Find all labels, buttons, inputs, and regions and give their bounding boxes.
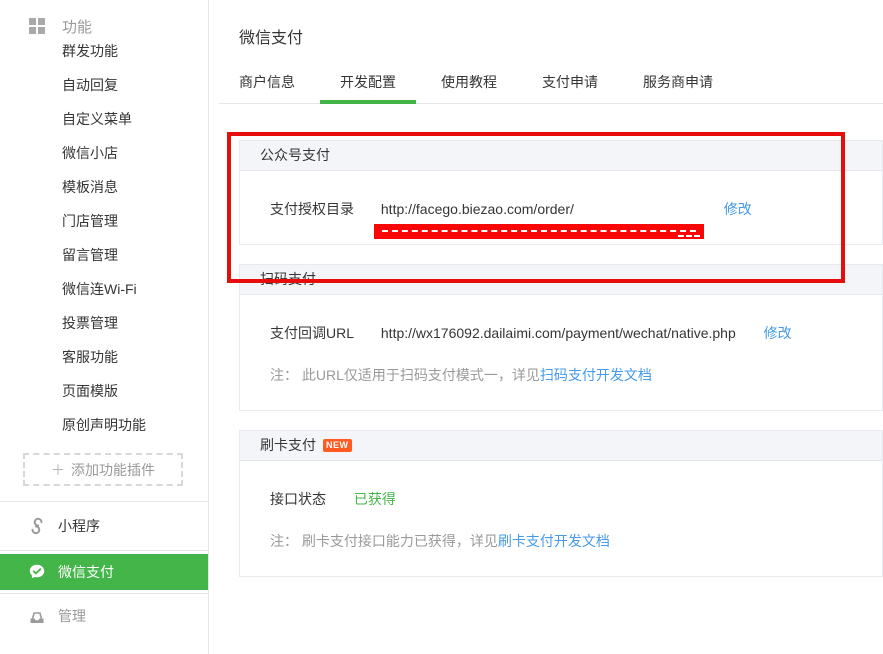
config-row: 接口状态 已获得 — [270, 489, 852, 509]
manage-label: 管理 — [58, 606, 86, 626]
modify-link[interactable]: 修改 — [724, 201, 752, 217]
section-body: 支付授权目录 http://facego.biezao.com/order/ 修… — [240, 171, 882, 244]
api-status-value: 已获得 — [354, 489, 396, 509]
note-row: 注： 刷卡支付接口能力已获得，详见刷卡支付开发文档 — [270, 531, 852, 551]
config-row: 支付回调URL http://wx176092.dailaimi.com/pay… — [270, 323, 852, 343]
sidebar-item-wechat-store[interactable]: 微信小店 — [0, 136, 208, 170]
sidebar-item-template-message[interactable]: 模板消息 — [0, 170, 208, 204]
manage-tray-icon — [28, 607, 46, 625]
sidebar-item-store-management[interactable]: 门店管理 — [0, 204, 208, 238]
tab-service-provider-apply[interactable]: 服务商申请 — [623, 68, 733, 103]
sidebar-item-mini-program[interactable]: 小程序 — [0, 502, 208, 550]
plus-icon: ＋ — [51, 462, 65, 478]
card-pay-doc-link[interactable]: 刷卡支付开发文档 — [498, 533, 610, 549]
callback-url-label: 支付回调URL — [270, 323, 377, 343]
sidebar-divider — [0, 550, 208, 551]
sidebar-item-customer-service[interactable]: 客服功能 — [0, 340, 208, 374]
sidebar-item-wifi[interactable]: 微信连Wi-Fi — [0, 272, 208, 306]
tab-merchant-info[interactable]: 商户信息 — [219, 68, 315, 103]
features-grid-icon — [28, 17, 46, 35]
sidebar-item-page-template[interactable]: 页面模版 — [0, 374, 208, 408]
mini-program-label: 小程序 — [58, 516, 100, 536]
tab-payment-apply[interactable]: 支付申请 — [522, 68, 618, 103]
section-body: 接口状态 已获得 注： 刷卡支付接口能力已获得，详见刷卡支付开发文档 — [240, 461, 882, 576]
tab-tutorial[interactable]: 使用教程 — [421, 68, 517, 103]
sidebar-item-auto-reply[interactable]: 自动回复 — [0, 68, 208, 102]
config-row: 支付授权目录 http://facego.biezao.com/order/ 修… — [270, 199, 852, 219]
section-title: 刷卡支付 — [260, 431, 316, 460]
sidebar-item-mass-send[interactable]: 群发功能 — [0, 34, 208, 68]
sidebar-section-manage[interactable]: 管理 — [0, 594, 208, 638]
sidebar-item-vote-management[interactable]: 投票管理 — [0, 306, 208, 340]
qr-pay-doc-link[interactable]: 扫码支付开发文档 — [540, 367, 652, 383]
tab-dev-config[interactable]: 开发配置 — [320, 68, 416, 103]
section-title: 公众号支付 — [260, 141, 330, 170]
auth-dir-value: http://facego.biezao.com/order/ — [381, 199, 696, 219]
note-text: 注： 此URL仅适用于扫码支付模式一，详见 — [270, 367, 540, 383]
section-title: 扫码支付 — [260, 265, 316, 294]
main-content: 微信支付 商户信息 开发配置 使用教程 支付申请 服务商申请 公众号支付 支付授… — [209, 0, 883, 654]
red-redaction-bar — [374, 224, 704, 239]
add-plugin-button[interactable]: ＋ 添加功能插件 — [23, 453, 183, 486]
note-row: 注： 此URL仅适用于扫码支付模式一，详见扫码支付开发文档 — [270, 365, 852, 385]
note-text: 注： 刷卡支付接口能力已获得，详见 — [270, 533, 498, 549]
section-header: 刷卡支付 NEW — [240, 431, 882, 461]
section-qr-pay: 扫码支付 支付回调URL http://wx176092.dailaimi.co… — [239, 264, 883, 411]
sidebar-menu: 群发功能 自动回复 自定义菜单 微信小店 模板消息 门店管理 留言管理 微信连W… — [0, 34, 208, 442]
section-body: 支付回调URL http://wx176092.dailaimi.com/pay… — [240, 295, 882, 410]
sidebar-item-original-statement[interactable]: 原创声明功能 — [0, 408, 208, 442]
tab-bar: 商户信息 开发配置 使用教程 支付申请 服务商申请 — [219, 68, 883, 104]
page-title: 微信支付 — [239, 24, 883, 48]
sidebar-section-features[interactable]: 功能 — [0, 0, 208, 34]
auth-dir-label: 支付授权目录 — [270, 199, 377, 219]
sidebar: 功能 群发功能 自动回复 自定义菜单 微信小店 模板消息 门店管理 留言管理 微… — [0, 0, 209, 654]
section-official-account-pay: 公众号支付 支付授权目录 http://facego.biezao.com/or… — [239, 140, 883, 245]
section-card-pay: 刷卡支付 NEW 接口状态 已获得 注： 刷卡支付接口能力已获得，详见刷卡支付开… — [239, 430, 883, 577]
mini-program-icon — [28, 517, 46, 535]
sidebar-item-wechat-pay[interactable]: 微信支付 — [0, 554, 208, 590]
callback-url-value: http://wx176092.dailaimi.com/payment/wec… — [381, 323, 736, 343]
sidebar-item-custom-menu[interactable]: 自定义菜单 — [0, 102, 208, 136]
wechat-pay-icon — [28, 563, 46, 581]
section-header: 扫码支付 — [240, 265, 882, 295]
section-header: 公众号支付 — [240, 141, 882, 171]
modify-link[interactable]: 修改 — [764, 325, 792, 341]
wechat-pay-label: 微信支付 — [58, 562, 114, 582]
api-status-label: 接口状态 — [270, 489, 350, 509]
add-plugin-label: 添加功能插件 — [71, 462, 155, 478]
sidebar-item-comment-management[interactable]: 留言管理 — [0, 238, 208, 272]
new-badge: NEW — [323, 439, 352, 452]
